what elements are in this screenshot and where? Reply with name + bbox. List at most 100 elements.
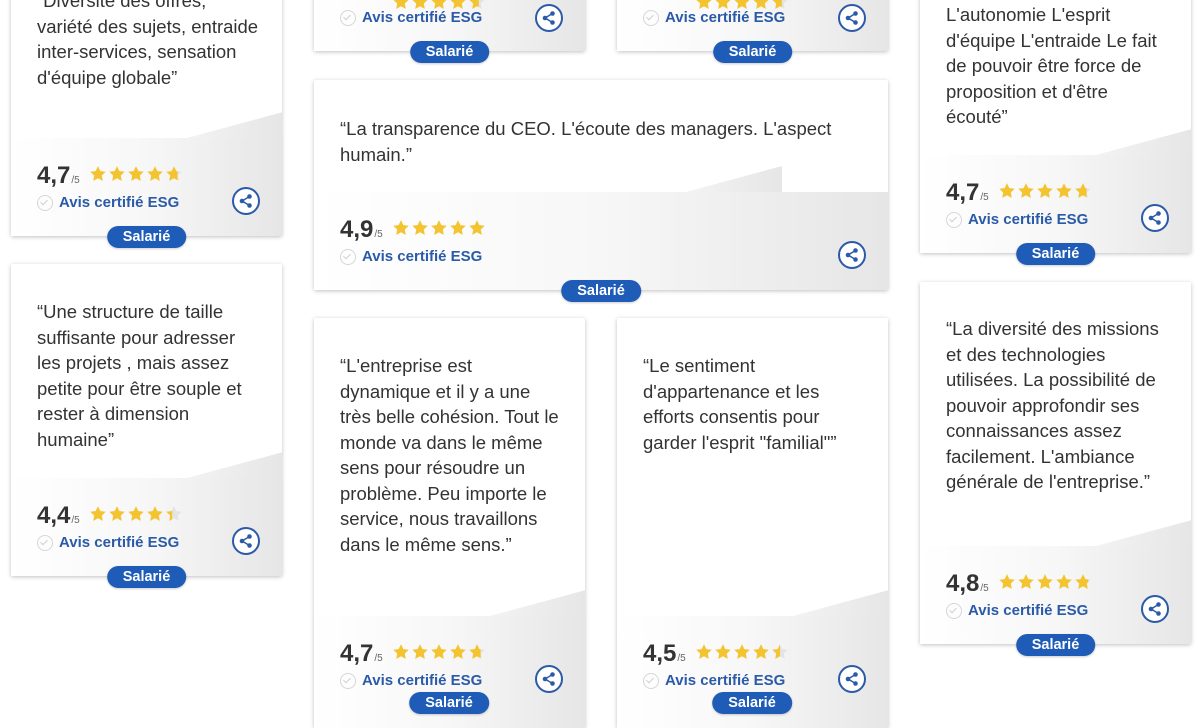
rating-max: /5 <box>71 175 80 186</box>
share-button[interactable] <box>232 187 260 215</box>
rating-score: 4,9 <box>340 216 374 243</box>
share-button[interactable] <box>838 4 866 32</box>
star-icon <box>469 644 485 659</box>
review-footer: Avis certifié ESG Salarié <box>314 0 585 63</box>
esg-certified-label: Avis certifié ESG <box>665 9 786 26</box>
employee-badge: Salarié <box>561 280 641 302</box>
share-button[interactable] <box>1141 204 1169 232</box>
star-icon <box>999 574 1015 589</box>
star-icon <box>393 220 409 235</box>
esg-certified-label: Avis certifié ESG <box>59 534 180 551</box>
share-button[interactable] <box>838 665 866 693</box>
star-icon <box>696 644 712 659</box>
star-icon <box>1037 574 1053 589</box>
star-icon <box>128 166 144 181</box>
employee-badge: Salarié <box>106 226 187 248</box>
share-button[interactable] <box>232 527 260 555</box>
review-footer: 4,7/5 Avis certifié ESG Salarié <box>920 129 1192 265</box>
check-icon <box>946 602 962 619</box>
rating-stars <box>998 182 1093 200</box>
esg-certified-label: Avis certifié ESG <box>968 602 1089 619</box>
review-footer: 4,8/5 Avis certifié ESG Salarié <box>920 520 1192 656</box>
rating-score: 4,7 <box>340 640 374 667</box>
review-card: “La transparence du CEO. L'écoute des ma… <box>314 80 888 302</box>
share-icon <box>239 194 252 208</box>
star-icon <box>1037 183 1053 198</box>
rating-max: /5 <box>374 653 383 664</box>
employee-badge: Salarié <box>712 41 793 63</box>
review-card: “La diversité des missions et des techno… <box>920 282 1192 656</box>
review-card: Avis certifié ESG Salarié <box>617 0 888 63</box>
check-icon <box>340 9 356 26</box>
review-card: “L'entreprise est dynamique et il y a un… <box>314 318 586 728</box>
review-card: “Diversité des offres, variété des sujet… <box>11 0 283 248</box>
rating-stars <box>89 165 184 183</box>
star-icon <box>734 644 750 659</box>
rating-max: /5 <box>980 583 989 594</box>
review-footer: 4,4/5 Avis certifié ESG Salarié <box>11 452 283 588</box>
share-button[interactable] <box>535 4 563 32</box>
share-button[interactable] <box>838 241 866 269</box>
rating-score: 4,8 <box>946 570 980 597</box>
employee-badge: Salarié <box>409 41 490 63</box>
star-icon <box>166 166 182 181</box>
star-icon <box>1018 574 1034 589</box>
share-icon <box>845 248 858 262</box>
star-icon <box>753 644 769 659</box>
employee-badge: Salarié <box>1015 243 1096 265</box>
review-quote: “Diversité des offres, variété des sujet… <box>37 0 259 88</box>
rating-score: 4,7 <box>37 162 71 189</box>
esg-certified-label: Avis certifié ESG <box>362 672 483 689</box>
star-icon <box>1056 574 1072 589</box>
esg-certified-label: Avis certifié ESG <box>362 248 483 265</box>
star-icon <box>109 166 125 181</box>
star-icon <box>450 644 466 659</box>
star-icon <box>128 506 144 521</box>
rating-max: /5 <box>71 515 80 526</box>
share-icon <box>1148 602 1161 616</box>
employee-badge: Salarié <box>409 692 489 714</box>
share-button[interactable] <box>1141 595 1169 623</box>
rating-score: 4,4 <box>37 502 71 529</box>
share-icon <box>845 11 858 25</box>
review-card: Avis certifié ESG Salarié <box>314 0 585 63</box>
star-icon <box>772 644 788 659</box>
rating-stars <box>392 643 487 661</box>
rating-stars <box>392 219 487 237</box>
share-icon <box>542 11 555 25</box>
share-icon <box>542 672 555 686</box>
review-quote: “L'entreprise est dynamique et il y a un… <box>340 355 559 555</box>
review-card: L'autonomie L'esprit d'équipe L'entraide… <box>920 0 1192 265</box>
star-icon <box>1056 183 1072 198</box>
check-icon <box>643 9 659 26</box>
esg-certified-label: Avis certifié ESG <box>362 9 483 26</box>
check-icon <box>37 534 53 551</box>
star-icon <box>412 220 428 235</box>
share-icon <box>1148 211 1161 225</box>
review-quote: “La transparence du CEO. L'écoute des ma… <box>340 118 832 165</box>
review-card: “Le sentiment d'appartenance et les effo… <box>617 318 889 728</box>
esg-certified-label: Avis certifié ESG <box>665 672 786 689</box>
star-icon <box>431 220 447 235</box>
share-button[interactable] <box>535 665 563 693</box>
review-footer: 4,9/5 Avis certifié ESG Salarié <box>314 166 888 302</box>
check-icon <box>340 672 356 689</box>
star-icon <box>1018 183 1034 198</box>
rating-stars <box>89 505 184 523</box>
rating-score: 4,7 <box>946 179 980 206</box>
star-icon <box>147 506 163 521</box>
employee-badge: Salarié <box>106 566 187 588</box>
star-icon <box>147 166 163 181</box>
star-icon <box>450 220 466 235</box>
rating-stars <box>998 573 1093 591</box>
share-icon <box>845 672 858 686</box>
rating-max: /5 <box>677 653 686 664</box>
rating-max: /5 <box>374 229 383 240</box>
employee-badge: Salarié <box>1015 634 1096 656</box>
review-quote: “Une structure de taille suffisante pour… <box>37 301 242 450</box>
check-icon <box>37 194 53 211</box>
review-footer: Avis certifié ESG Salarié <box>617 0 888 63</box>
review-quote: “Le sentiment d'appartenance et les effo… <box>643 355 837 453</box>
star-icon <box>999 183 1015 198</box>
rating-score: 4,5 <box>643 640 677 667</box>
